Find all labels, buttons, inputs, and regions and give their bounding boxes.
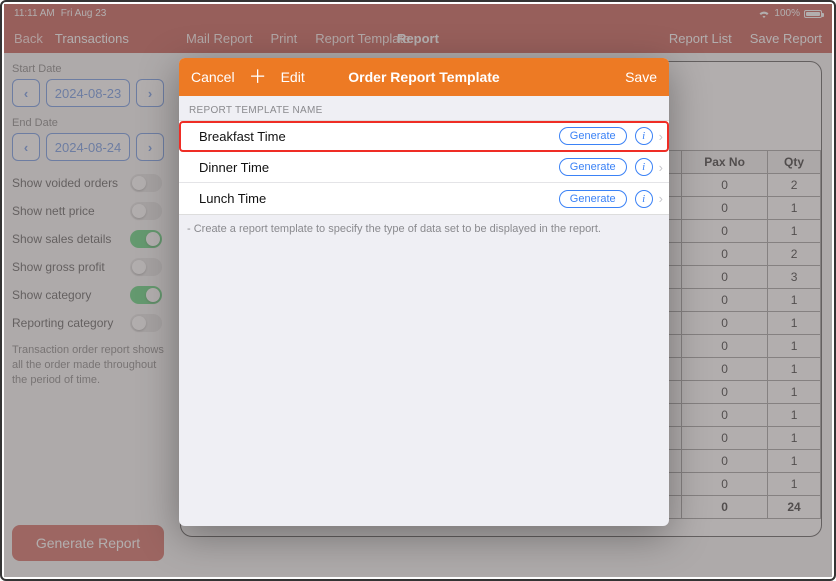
add-icon[interactable]: ＋ bbox=[249, 68, 267, 86]
order-report-template-modal: Cancel ＋ Edit Order Report Template Save… bbox=[179, 58, 669, 526]
modal-edit-button[interactable]: Edit bbox=[281, 69, 305, 85]
generate-button[interactable]: Generate bbox=[559, 190, 627, 208]
template-name: Lunch Time bbox=[199, 191, 266, 206]
modal-cancel-button[interactable]: Cancel bbox=[191, 69, 235, 85]
generate-button[interactable]: Generate bbox=[559, 127, 627, 145]
modal-hint: - Create a report template to specify th… bbox=[179, 215, 669, 235]
chevron-right-icon: › bbox=[659, 191, 663, 206]
info-icon[interactable]: i bbox=[635, 158, 653, 176]
modal-section-label: REPORT TEMPLATE NAME bbox=[179, 96, 669, 120]
chevron-right-icon: › bbox=[659, 160, 663, 175]
info-icon[interactable]: i bbox=[635, 127, 653, 145]
template-row[interactable]: Breakfast Time Generate i › bbox=[179, 121, 669, 152]
generate-button[interactable]: Generate bbox=[559, 158, 627, 176]
chevron-right-icon: › bbox=[659, 129, 663, 144]
template-list: Breakfast Time Generate i › Dinner Time Gener… bbox=[179, 120, 669, 215]
template-row[interactable]: Lunch Time Generate i › bbox=[179, 183, 669, 214]
template-name: Dinner Time bbox=[199, 160, 269, 175]
template-row[interactable]: Dinner Time Generate i › bbox=[179, 152, 669, 183]
template-name: Breakfast Time bbox=[199, 129, 286, 144]
modal-save-button[interactable]: Save bbox=[625, 69, 657, 85]
modal-title: Order Report Template bbox=[348, 69, 499, 85]
info-icon[interactable]: i bbox=[635, 190, 653, 208]
